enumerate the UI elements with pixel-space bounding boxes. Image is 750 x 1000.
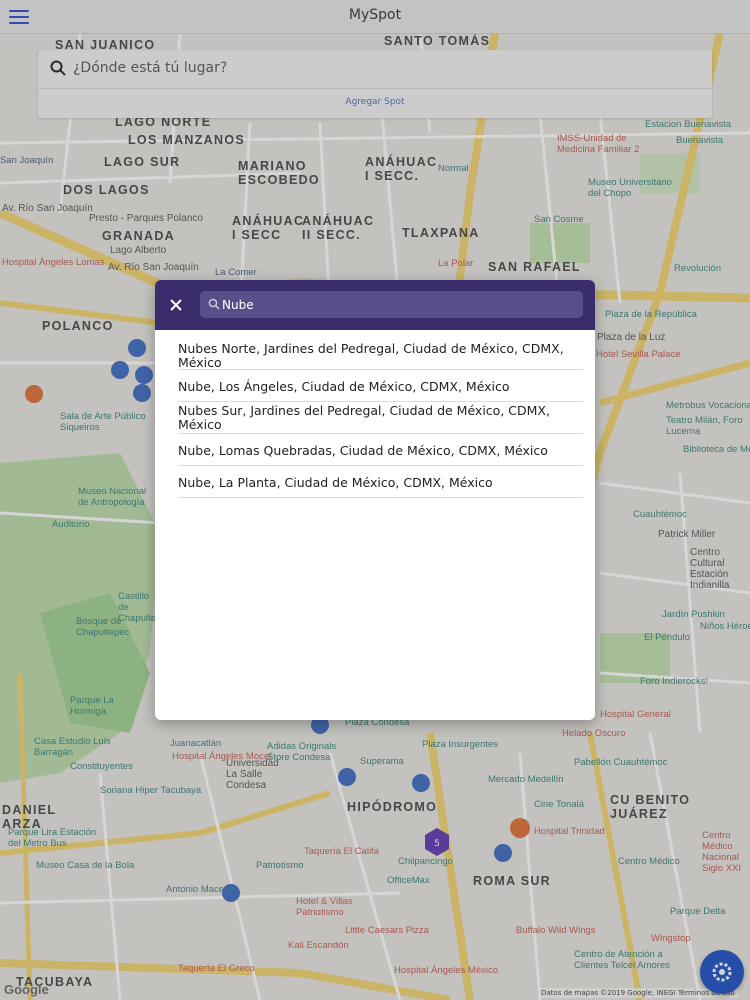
result-item[interactable]: Nubes Sur, Jardines del Pedregal, Ciudad… [178, 402, 583, 434]
result-item[interactable]: Nubes Norte, Jardines del Pedregal, Ciud… [178, 340, 583, 370]
result-item[interactable]: Nube, La Planta, Ciudad de México, CDMX,… [178, 466, 583, 498]
results-list: Nubes Norte, Jardines del Pedregal, Ciud… [178, 340, 583, 498]
modal-header [155, 280, 595, 330]
search-icon [208, 298, 220, 310]
search-modal: Nubes Norte, Jardines del Pedregal, Ciud… [155, 280, 595, 720]
modal-search-input[interactable] [222, 291, 572, 318]
modal-search-box [200, 291, 583, 318]
result-item[interactable]: Nube, Los Ángeles, Ciudad de México, CDM… [178, 370, 583, 402]
result-item[interactable]: Nube, Lomas Quebradas, Ciudad de México,… [178, 434, 583, 466]
close-icon[interactable] [165, 294, 187, 316]
